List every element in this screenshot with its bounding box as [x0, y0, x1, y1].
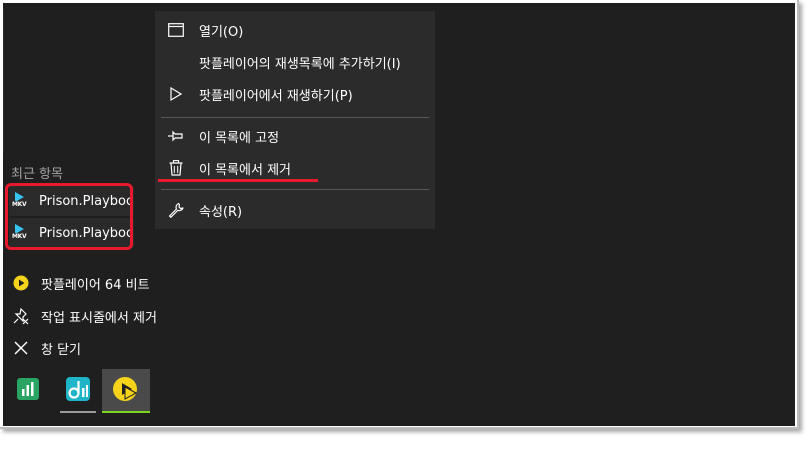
context-menu: 열기(O) 팟플레이어의 재생목록에 추가하기(I) 팟플레이어에서 재생하기(…	[155, 11, 435, 229]
menu-item-pin-to-list[interactable]: 이 목록에 고정	[155, 121, 435, 151]
menu-item-label: 이 목록에 고정	[199, 130, 280, 146]
task-label: 팟플레이어 64 비트	[41, 277, 150, 293]
music-app-icon	[65, 376, 91, 406]
window-icon	[166, 20, 186, 40]
task-label: 창 닫기	[41, 342, 82, 358]
menu-separator	[161, 117, 429, 118]
menu-item-properties[interactable]: 속성(R)	[155, 195, 435, 225]
taskbar	[3, 369, 795, 426]
menu-item-play[interactable]: 팟플레이어에서 재생하기(P)	[155, 79, 435, 109]
task-unpin-from-taskbar[interactable]: 작업 표시줄에서 제거	[3, 301, 158, 331]
running-indicator	[60, 411, 96, 413]
menu-item-add-to-playlist[interactable]: 팟플레이어의 재생목록에 추가하기(I)	[155, 47, 435, 77]
menu-item-label: 열기(O)	[199, 24, 244, 40]
remove-item-highlight-underline	[158, 179, 318, 182]
menu-item-label: 팟플레이어의 재생목록에 추가하기(I)	[199, 56, 401, 72]
unpin-icon	[11, 306, 31, 326]
potplayer-taskbar-icon	[112, 375, 140, 407]
menu-separator	[161, 189, 429, 190]
play-icon	[166, 84, 186, 104]
task-close-window[interactable]: 창 닫기	[3, 333, 158, 363]
active-indicator	[102, 411, 150, 413]
chart-app-icon	[16, 377, 40, 405]
recent-section-title: 최근 항목	[11, 167, 63, 182]
taskbar-app-music[interactable]	[56, 369, 100, 413]
jump-list: 최근 항목 MKV Prison.Playboo MKV Prison.Play…	[3, 3, 158, 381]
wrench-icon	[166, 200, 186, 220]
potplayer-icon	[11, 273, 31, 293]
recent-items-highlight-box	[5, 183, 133, 250]
task-potplayer-64[interactable]: 팟플레이어 64 비트	[3, 268, 158, 298]
pin-icon	[166, 126, 186, 146]
menu-item-label: 팟플레이어에서 재생하기(P)	[199, 88, 353, 104]
menu-item-label: 속성(R)	[199, 204, 243, 220]
trash-icon	[166, 158, 186, 178]
menu-item-label: 이 목록에서 제거	[199, 162, 291, 178]
task-label: 작업 표시줄에서 제거	[41, 310, 157, 326]
menu-item-open[interactable]: 열기(O)	[155, 15, 435, 45]
close-icon	[11, 338, 31, 358]
taskbar-app-potplayer[interactable]	[102, 369, 150, 413]
taskbar-app-chart[interactable]	[6, 369, 50, 413]
jump-list-empty-area	[3, 8, 159, 153]
screen-area: 최근 항목 MKV Prison.Playboo MKV Prison.Play…	[3, 3, 795, 426]
screenshot-frame: 최근 항목 MKV Prison.Playboo MKV Prison.Play…	[0, 0, 799, 429]
